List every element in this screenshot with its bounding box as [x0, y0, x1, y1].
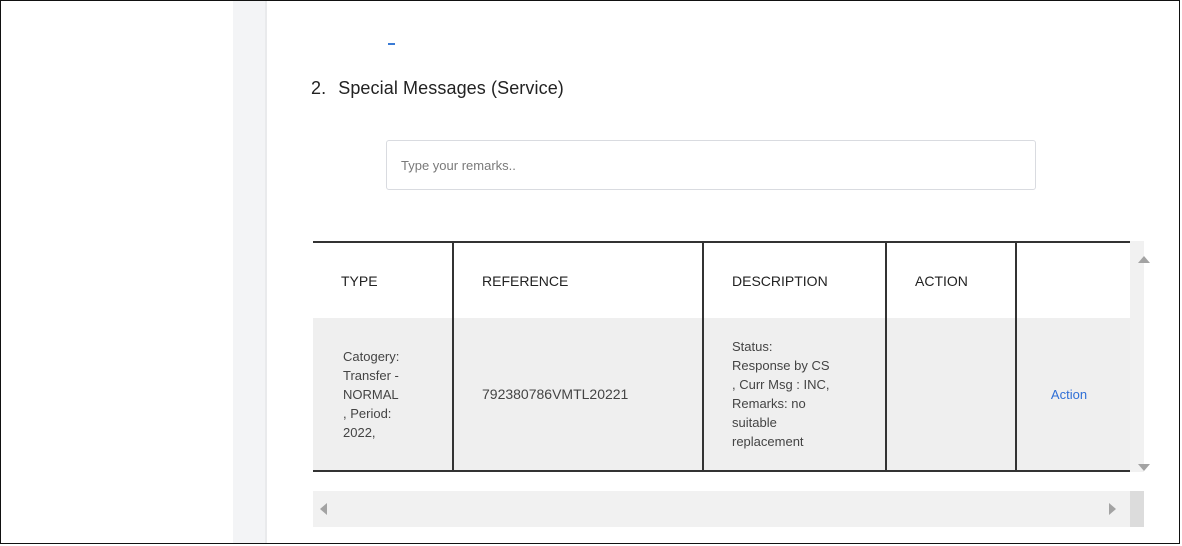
cell-description: Status: Response by CS , Curr Msg : INC,… — [702, 318, 886, 472]
description-line: Response by CS — [732, 358, 830, 373]
column-header-description: DESCRIPTION — [702, 241, 886, 318]
column-header-type: TYPE — [313, 241, 453, 318]
scrollbar-corner — [1130, 491, 1144, 527]
blue-dash-marker — [388, 43, 395, 45]
side-rail-divider — [265, 1, 267, 543]
left-blank-area — [1, 1, 233, 543]
table-row: Catogery: Transfer - NORMAL , Period: 20… — [313, 318, 1130, 472]
cell-type: Catogery: Transfer - NORMAL , Period: 20… — [313, 318, 453, 472]
type-line: Transfer - — [343, 367, 399, 383]
column-header-reference: REFERENCE — [452, 241, 703, 318]
scroll-right-icon[interactable] — [1109, 503, 1116, 515]
messages-table-container: TYPE REFERENCE DESCRIPTION ACTION Catoge… — [313, 241, 1130, 472]
section-number: 2. — [311, 78, 327, 98]
cell-reference: 792380786VMTL20221 — [452, 318, 703, 472]
type-line: 2022, — [343, 424, 376, 440]
column-header-action: ACTION — [885, 241, 1016, 318]
scroll-down-icon[interactable] — [1138, 464, 1150, 471]
type-line: Catogery: — [343, 348, 400, 364]
description-line: , Curr Msg : INC, — [732, 377, 830, 392]
description-line: Status: — [732, 339, 773, 354]
side-rail — [233, 1, 265, 543]
table-header-row: TYPE REFERENCE DESCRIPTION ACTION — [313, 241, 1130, 318]
scroll-left-icon[interactable] — [320, 503, 327, 515]
type-line: NORMAL — [343, 386, 399, 402]
column-header-blank — [1015, 241, 1130, 318]
messages-table: TYPE REFERENCE DESCRIPTION ACTION Catoge… — [313, 241, 1130, 472]
description-line: suitable — [732, 415, 777, 430]
description-line: replacement — [732, 434, 804, 449]
horizontal-scrollbar[interactable] — [313, 491, 1130, 527]
scroll-up-icon[interactable] — [1138, 256, 1150, 263]
type-line: , Period: — [343, 405, 392, 421]
description-line: Remarks: no — [732, 396, 806, 411]
remarks-input[interactable] — [386, 140, 1036, 190]
vertical-scrollbar[interactable] — [1130, 241, 1144, 472]
action-link[interactable]: Action — [1015, 318, 1130, 472]
cell-action — [885, 318, 1016, 472]
section-heading: 2. Special Messages (Service) — [311, 78, 564, 99]
section-title: Special Messages (Service) — [338, 78, 564, 98]
